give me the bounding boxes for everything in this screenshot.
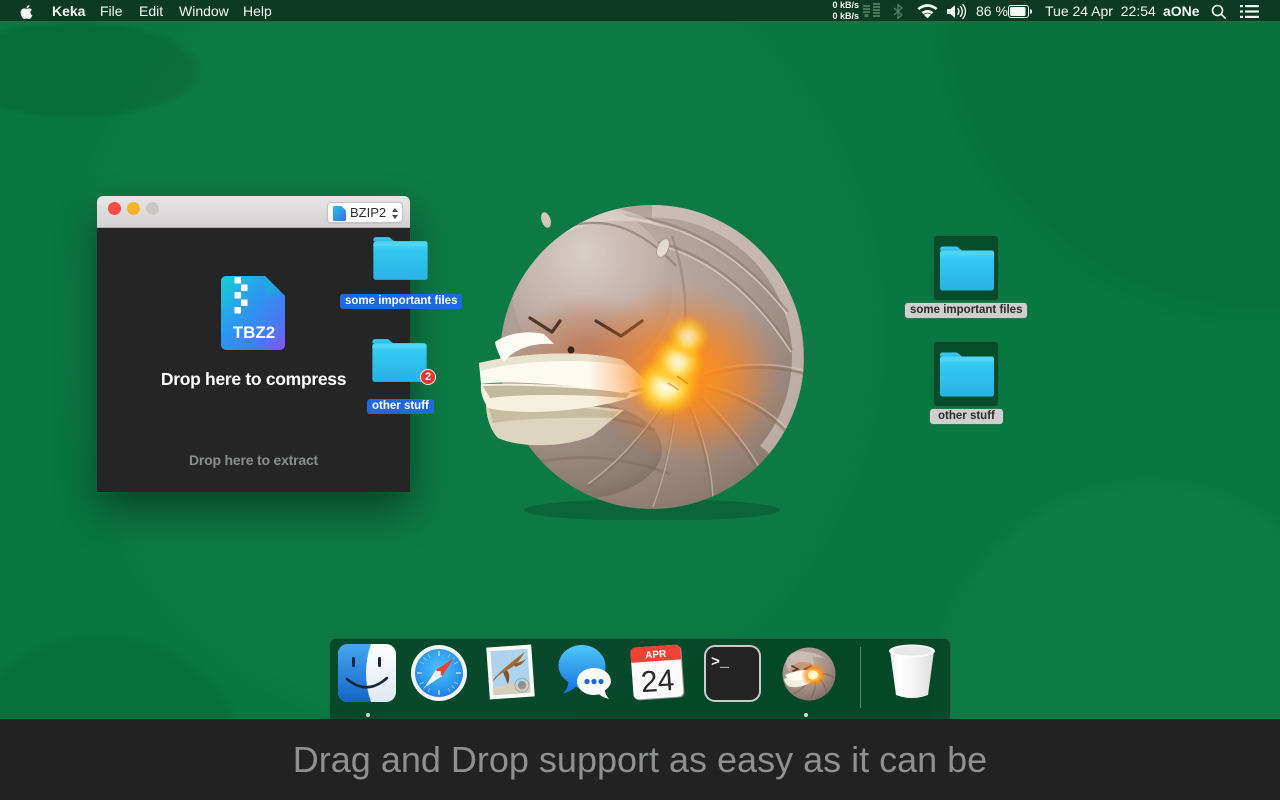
svg-text:TBZ2: TBZ2: [233, 323, 276, 342]
svg-text:APR: APR: [645, 649, 668, 662]
svg-text:24: 24: [640, 664, 676, 699]
svg-text:>_: >_: [711, 654, 730, 671]
